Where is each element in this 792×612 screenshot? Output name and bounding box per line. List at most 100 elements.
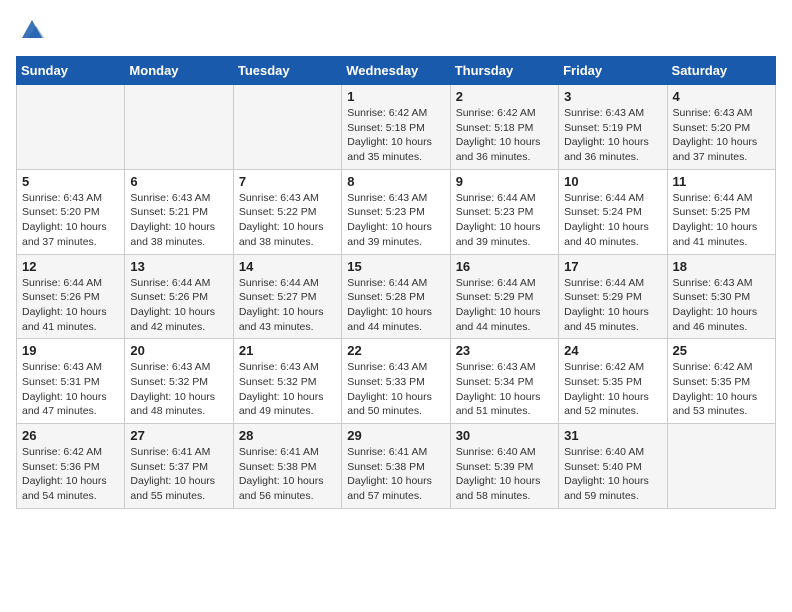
day-number: 28 [239,428,336,443]
col-header-monday: Monday [125,57,233,85]
day-number: 18 [673,259,770,274]
day-number: 6 [130,174,227,189]
day-cell: 19 Sunrise: 6:43 AMSunset: 5:31 PMDayligh… [17,339,125,424]
day-cell: 13Sunrise: 6:44 AMSunset: 5:26 PMDayligh… [125,254,233,339]
page-header [16,16,776,44]
day-info: Sunrise: 6:43 AMSunset: 5:30 PMDaylight:… [673,276,770,335]
day-info: Sunrise: 6:40 AMSunset: 5:39 PMDaylight:… [456,445,553,504]
day-number: 21 [239,343,336,358]
col-header-wednesday: Wednesday [342,57,450,85]
day-number: 31 [564,428,661,443]
calendar-table: SundayMondayTuesdayWednesdayThursdayFrid… [16,56,776,509]
day-number: 29 [347,428,444,443]
day-cell: 21 Sunrise: 6:43 AMSunset: 5:32 PMDayligh… [233,339,341,424]
day-number: 26 [22,428,119,443]
day-info: Sunrise: 6:43 AMSunset: 5:23 PMDaylight:… [347,191,444,250]
logo [16,16,46,44]
day-number: 24 [564,343,661,358]
day-info: Sunrise: 6:43 AMSunset: 5:31 PMDaylight:… [22,360,119,419]
week-row-1: 1Sunrise: 6:42 AMSunset: 5:18 PMDaylight… [17,85,776,170]
day-info: Sunrise: 6:44 AMSunset: 5:27 PMDaylight:… [239,276,336,335]
day-cell: 24 Sunrise: 6:42 AMSunset: 5:35 PMDayligh… [559,339,667,424]
header-row: SundayMondayTuesdayWednesdayThursdayFrid… [17,57,776,85]
day-number: 23 [456,343,553,358]
day-cell: 18 Sunrise: 6:43 AMSunset: 5:30 PMDayligh… [667,254,775,339]
day-cell: 20Sunrise: 6:43 AMSunset: 5:32 PMDayligh… [125,339,233,424]
day-number: 2 [456,89,553,104]
day-cell: 30 Sunrise: 6:40 AMSunset: 5:39 PMDayligh… [450,424,558,509]
day-cell: 9 Sunrise: 6:44 AMSunset: 5:23 PMDaylight… [450,169,558,254]
day-cell: 3 Sunrise: 6:43 AMSunset: 5:19 PMDaylight… [559,85,667,170]
day-cell: 28 Sunrise: 6:41 AMSunset: 5:38 PMDayligh… [233,424,341,509]
day-cell: 6 Sunrise: 6:43 AMSunset: 5:21 PMDaylight… [125,169,233,254]
day-info: Sunrise: 6:43 AMSunset: 5:19 PMDaylight:… [564,106,661,165]
day-info: Sunrise: 6:43 AMSunset: 5:32 PMDaylight:… [239,360,336,419]
day-cell: 4Sunrise: 6:43 AMSunset: 5:20 PMDaylight… [667,85,775,170]
day-number: 17 [564,259,661,274]
day-number: 16 [456,259,553,274]
col-header-thursday: Thursday [450,57,558,85]
day-info: Sunrise: 6:42 AMSunset: 5:18 PMDaylight:… [456,106,553,165]
day-cell: 31Sunrise: 6:40 AMSunset: 5:40 PMDayligh… [559,424,667,509]
week-row-5: 26 Sunrise: 6:42 AMSunset: 5:36 PMDayligh… [17,424,776,509]
day-cell: 16 Sunrise: 6:44 AMSunset: 5:29 PMDayligh… [450,254,558,339]
day-info: Sunrise: 6:41 AMSunset: 5:38 PMDaylight:… [347,445,444,504]
week-row-2: 5 Sunrise: 6:43 AMSunset: 5:20 PMDaylight… [17,169,776,254]
day-info: Sunrise: 6:44 AMSunset: 5:25 PMDaylight:… [673,191,770,250]
col-header-tuesday: Tuesday [233,57,341,85]
day-number: 22 [347,343,444,358]
day-cell [125,85,233,170]
day-number: 14 [239,259,336,274]
day-number: 30 [456,428,553,443]
day-cell: 5 Sunrise: 6:43 AMSunset: 5:20 PMDaylight… [17,169,125,254]
col-header-friday: Friday [559,57,667,85]
day-cell: 23 Sunrise: 6:43 AMSunset: 5:34 PMDayligh… [450,339,558,424]
day-number: 10 [564,174,661,189]
day-cell [17,85,125,170]
day-cell: 1Sunrise: 6:42 AMSunset: 5:18 PMDaylight… [342,85,450,170]
day-cell: 10 Sunrise: 6:44 AMSunset: 5:24 PMDayligh… [559,169,667,254]
day-info: Sunrise: 6:43 AMSunset: 5:33 PMDaylight:… [347,360,444,419]
day-number: 27 [130,428,227,443]
day-info: Sunrise: 6:42 AMSunset: 5:36 PMDaylight:… [22,445,119,504]
day-info: Sunrise: 6:43 AMSunset: 5:34 PMDaylight:… [456,360,553,419]
day-cell: 17 Sunrise: 6:44 AMSunset: 5:29 PMDayligh… [559,254,667,339]
day-cell: 22 Sunrise: 6:43 AMSunset: 5:33 PMDayligh… [342,339,450,424]
day-info: Sunrise: 6:44 AMSunset: 5:24 PMDaylight:… [564,191,661,250]
day-cell: 29 Sunrise: 6:41 AMSunset: 5:38 PMDayligh… [342,424,450,509]
day-info: Sunrise: 6:43 AMSunset: 5:22 PMDaylight:… [239,191,336,250]
day-cell: 15Sunrise: 6:44 AMSunset: 5:28 PMDayligh… [342,254,450,339]
day-cell: 14 Sunrise: 6:44 AMSunset: 5:27 PMDayligh… [233,254,341,339]
day-info: Sunrise: 6:41 AMSunset: 5:37 PMDaylight:… [130,445,227,504]
week-row-4: 19 Sunrise: 6:43 AMSunset: 5:31 PMDayligh… [17,339,776,424]
day-number: 9 [456,174,553,189]
day-info: Sunrise: 6:44 AMSunset: 5:29 PMDaylight:… [564,276,661,335]
day-number: 3 [564,89,661,104]
day-info: Sunrise: 6:44 AMSunset: 5:29 PMDaylight:… [456,276,553,335]
week-row-3: 12Sunrise: 6:44 AMSunset: 5:26 PMDayligh… [17,254,776,339]
day-cell: 2 Sunrise: 6:42 AMSunset: 5:18 PMDaylight… [450,85,558,170]
day-number: 13 [130,259,227,274]
day-cell: 12Sunrise: 6:44 AMSunset: 5:26 PMDayligh… [17,254,125,339]
day-number: 5 [22,174,119,189]
day-info: Sunrise: 6:42 AMSunset: 5:35 PMDaylight:… [673,360,770,419]
day-info: Sunrise: 6:43 AMSunset: 5:21 PMDaylight:… [130,191,227,250]
day-info: Sunrise: 6:42 AMSunset: 5:35 PMDaylight:… [564,360,661,419]
day-cell [233,85,341,170]
day-info: Sunrise: 6:43 AMSunset: 5:20 PMDaylight:… [22,191,119,250]
day-number: 19 [22,343,119,358]
day-number: 7 [239,174,336,189]
day-cell: 11Sunrise: 6:44 AMSunset: 5:25 PMDayligh… [667,169,775,254]
day-info: Sunrise: 6:44 AMSunset: 5:23 PMDaylight:… [456,191,553,250]
day-cell: 25Sunrise: 6:42 AMSunset: 5:35 PMDayligh… [667,339,775,424]
col-header-sunday: Sunday [17,57,125,85]
day-info: Sunrise: 6:41 AMSunset: 5:38 PMDaylight:… [239,445,336,504]
logo-icon [18,16,46,44]
day-info: Sunrise: 6:44 AMSunset: 5:26 PMDaylight:… [22,276,119,335]
day-cell: 27 Sunrise: 6:41 AMSunset: 5:37 PMDayligh… [125,424,233,509]
day-cell: 7 Sunrise: 6:43 AMSunset: 5:22 PMDaylight… [233,169,341,254]
day-cell [667,424,775,509]
day-cell: 8Sunrise: 6:43 AMSunset: 5:23 PMDaylight… [342,169,450,254]
day-info: Sunrise: 6:43 AMSunset: 5:32 PMDaylight:… [130,360,227,419]
day-number: 4 [673,89,770,104]
